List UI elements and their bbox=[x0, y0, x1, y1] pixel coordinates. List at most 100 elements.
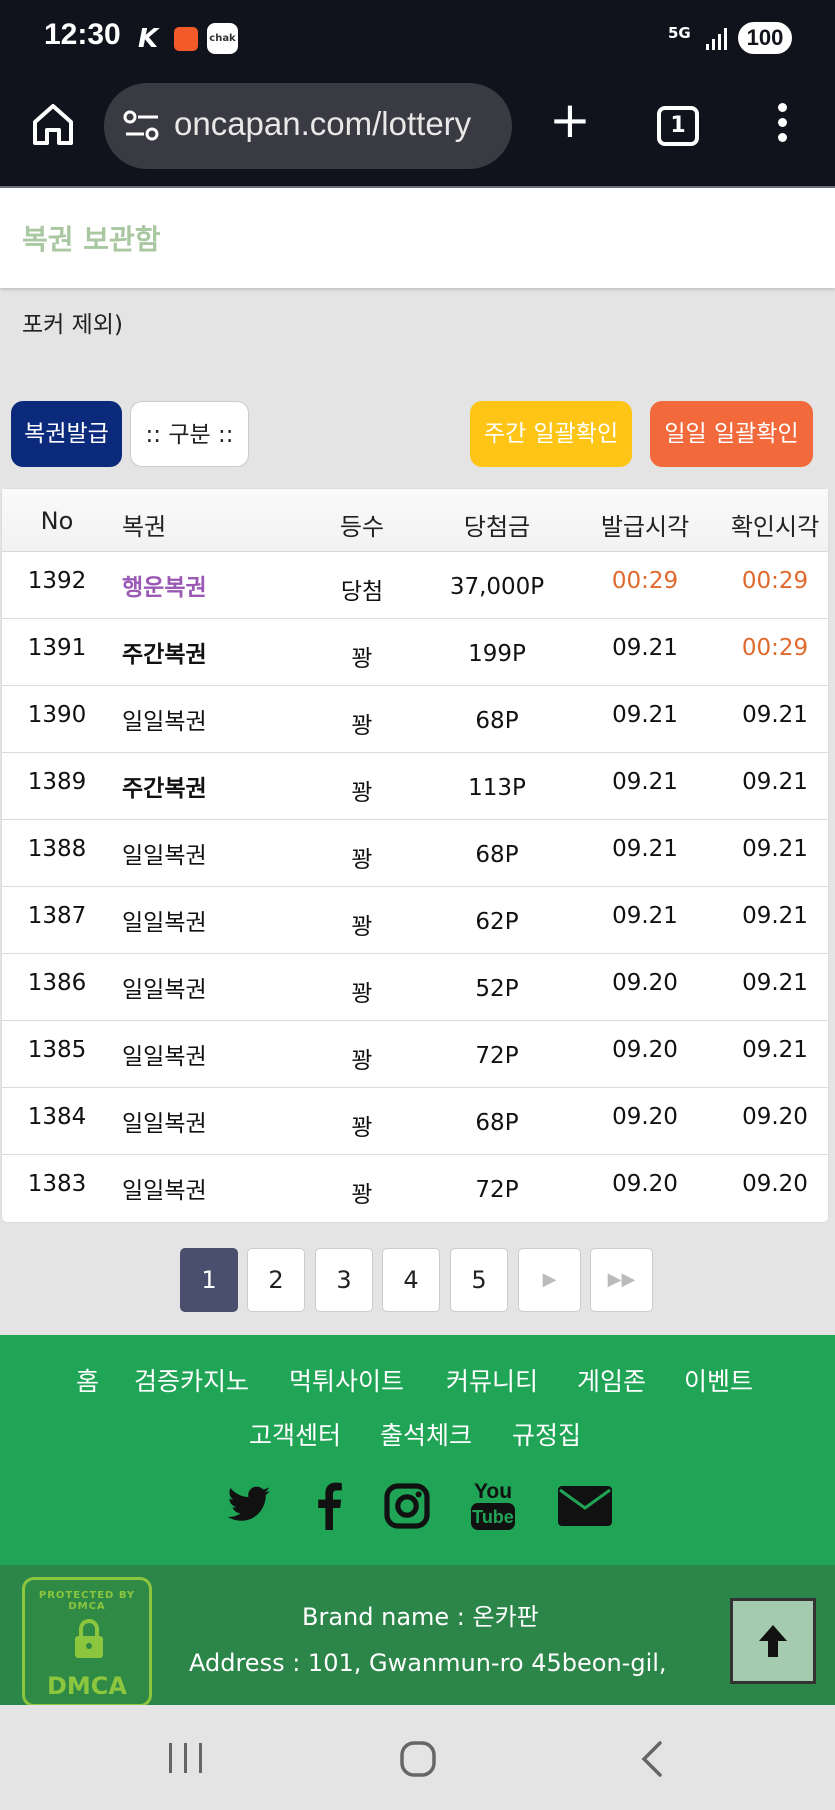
address-bar[interactable]: oncapan.com/lottery bbox=[104, 83, 512, 169]
site-settings-icon[interactable] bbox=[122, 109, 162, 143]
row-prize: 68P bbox=[475, 842, 519, 868]
back-icon[interactable] bbox=[636, 1739, 666, 1779]
table-row: 1389 주간복권 꽝 113P 09.21 09.21 bbox=[2, 753, 828, 820]
footer: 홈 검증카지노 먹튀사이트 커뮤니티 게임존 이벤트 고객센터 출석체크 규정집… bbox=[0, 1335, 835, 1565]
arrow-up-icon bbox=[759, 1625, 787, 1657]
row-no: 1389 bbox=[27, 769, 87, 795]
last-page-icon[interactable]: ▶▶ bbox=[590, 1248, 653, 1312]
scroll-to-top-button[interactable] bbox=[730, 1598, 816, 1684]
home-icon[interactable] bbox=[30, 101, 76, 147]
row-name: 일일복권 bbox=[122, 977, 207, 1003]
weekly-bulk-check-button[interactable]: 주간 일괄확인 bbox=[470, 401, 632, 467]
twitter-icon[interactable] bbox=[224, 1482, 274, 1528]
row-name: 일일복권 bbox=[122, 709, 207, 735]
tab-switcher-button[interactable]: 1 bbox=[657, 106, 699, 146]
row-no: 1386 bbox=[27, 970, 87, 996]
table-row: 1385 일일복권 꽝 72P 09.20 09.21 bbox=[2, 1021, 828, 1088]
row-checked: 09.21 bbox=[742, 702, 808, 728]
row-issued: 09.21 bbox=[612, 635, 678, 661]
row-rank: 꽝 bbox=[351, 1182, 373, 1208]
header-no: No bbox=[40, 507, 74, 535]
row-prize: 68P bbox=[475, 708, 519, 734]
page-title: 복권 보관함 bbox=[22, 223, 161, 256]
table-row: 1383 일일복권 꽝 72P 09.20 09.20 bbox=[2, 1155, 828, 1222]
issue-lottery-button[interactable]: 복권발급 bbox=[11, 401, 122, 467]
footer-link-rules[interactable]: 규정집 bbox=[512, 1416, 581, 1452]
chak-app-icon: chak bbox=[207, 23, 238, 54]
notification-icon: K bbox=[138, 24, 159, 54]
row-prize: 52P bbox=[475, 976, 519, 1002]
page-button-4[interactable]: 4 bbox=[382, 1248, 440, 1312]
row-checked: 00:29 bbox=[741, 635, 809, 661]
home-nav-icon[interactable] bbox=[398, 1739, 438, 1779]
recent-apps-icon[interactable] bbox=[165, 1741, 207, 1775]
row-rank: 꽝 bbox=[351, 981, 373, 1007]
row-checked: 09.21 bbox=[742, 970, 808, 996]
row-checked: 09.21 bbox=[742, 903, 808, 929]
dmca-badge[interactable]: PROTECTED BY DMCA DMCA bbox=[22, 1577, 152, 1705]
footer-link-support[interactable]: 고객센터 bbox=[249, 1416, 341, 1452]
facebook-icon[interactable] bbox=[312, 1482, 346, 1530]
row-checked: 09.21 bbox=[742, 836, 808, 862]
row-prize: 68P bbox=[475, 1110, 519, 1136]
new-tab-icon[interactable]: + bbox=[548, 95, 592, 145]
footer-link-community[interactable]: 커뮤니티 bbox=[446, 1362, 538, 1398]
footer-link-attendance[interactable]: 출석체크 bbox=[380, 1416, 472, 1452]
header-checked: 확인시각 bbox=[730, 513, 820, 541]
table-row: 1387 일일복권 꽝 62P 09.21 09.21 bbox=[2, 887, 828, 954]
row-rank: 꽝 bbox=[351, 713, 373, 739]
lock-icon bbox=[75, 1619, 103, 1658]
row-no: 1383 bbox=[27, 1171, 87, 1197]
row-issued: 00:29 bbox=[611, 568, 679, 594]
row-rank: 당첨 bbox=[340, 579, 384, 605]
status-time: 12:30 bbox=[44, 18, 121, 51]
network-type: 5G bbox=[668, 24, 691, 42]
row-issued: 09.21 bbox=[612, 769, 678, 795]
instagram-icon[interactable] bbox=[383, 1482, 431, 1530]
row-no: 1387 bbox=[27, 903, 87, 929]
more-menu-icon[interactable] bbox=[770, 100, 794, 150]
category-select[interactable]: :: 구분 :: bbox=[130, 401, 249, 467]
next-page-icon[interactable]: ▶ bbox=[518, 1248, 581, 1312]
svg-text:You: You bbox=[474, 1480, 512, 1503]
row-name: 일일복권 bbox=[122, 910, 207, 936]
row-issued: 09.20 bbox=[612, 970, 678, 996]
page-button-5[interactable]: 5 bbox=[450, 1248, 508, 1312]
email-icon[interactable] bbox=[558, 1486, 612, 1526]
url-text[interactable]: oncapan.com/lottery bbox=[174, 105, 471, 143]
lottery-table: No 복권 등수 당첨금 발급시각 확인시각 1392 행운복권 당첨 37,0… bbox=[1, 488, 829, 1223]
table-header: No 복권 등수 당첨금 발급시각 확인시각 bbox=[2, 489, 828, 552]
youtube-icon[interactable]: You Tube bbox=[470, 1476, 516, 1532]
row-no: 1392 bbox=[27, 568, 87, 594]
row-no: 1384 bbox=[27, 1104, 87, 1130]
page-button-1[interactable]: 1 bbox=[180, 1248, 238, 1312]
notice-text: 포커 제외) bbox=[22, 312, 123, 338]
daily-bulk-check-button[interactable]: 일일 일괄확인 bbox=[650, 401, 813, 467]
row-prize: 37,000P bbox=[449, 574, 545, 600]
row-prize: 113P bbox=[468, 775, 526, 801]
footer-info: PROTECTED BY DMCA DMCA Brand name : 온카판 … bbox=[0, 1565, 835, 1705]
row-name: 행운복권 bbox=[122, 575, 207, 601]
footer-link-event[interactable]: 이벤트 bbox=[684, 1362, 753, 1398]
row-checked: 09.20 bbox=[742, 1171, 808, 1197]
dmca-badge-text: PROTECTED BY DMCA bbox=[38, 1590, 136, 1612]
page-button-2[interactable]: 2 bbox=[247, 1248, 305, 1312]
table-row: 1391 주간복권 꽝 199P 09.21 00:29 bbox=[2, 619, 828, 686]
row-no: 1388 bbox=[27, 836, 87, 862]
row-no: 1391 bbox=[27, 635, 87, 661]
browser-toolbar: oncapan.com/lottery + 1 bbox=[0, 78, 835, 188]
row-rank: 꽝 bbox=[351, 646, 373, 672]
header-rank: 등수 bbox=[339, 513, 385, 541]
footer-link-casino[interactable]: 검증카지노 bbox=[134, 1362, 249, 1398]
row-checked: 09.21 bbox=[742, 1037, 808, 1063]
system-nav-bar bbox=[0, 1705, 835, 1810]
row-prize: 72P bbox=[475, 1177, 519, 1203]
table-row: 1384 일일복권 꽝 68P 09.20 09.20 bbox=[2, 1088, 828, 1155]
header-name: 복권 bbox=[122, 513, 167, 541]
row-prize: 199P bbox=[468, 641, 526, 667]
footer-link-scam-sites[interactable]: 먹튀사이트 bbox=[289, 1362, 404, 1398]
row-rank: 꽝 bbox=[351, 914, 373, 940]
footer-link-gamezone[interactable]: 게임존 bbox=[577, 1362, 646, 1398]
page-button-3[interactable]: 3 bbox=[315, 1248, 373, 1312]
footer-link-home[interactable]: 홈 bbox=[76, 1362, 99, 1398]
